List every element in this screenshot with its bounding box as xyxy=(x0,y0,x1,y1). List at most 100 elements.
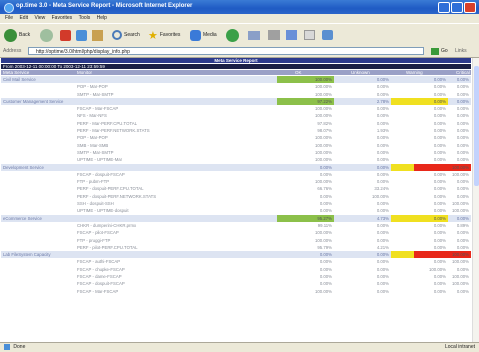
monitor-name: PERF - Mar-PERF.NETWORK.STATS xyxy=(77,128,150,134)
monitor-name: PERF - Mar-PERF.CPU.TOTAL xyxy=(77,120,138,126)
edit-button[interactable] xyxy=(286,28,297,42)
unknown-cell: 0.00% xyxy=(376,84,389,90)
unknown-cell: 0.00% xyxy=(376,91,389,97)
page-icon xyxy=(4,343,10,350)
menu-help[interactable]: Help xyxy=(97,14,107,23)
unknown-cell: 0.00% xyxy=(376,274,389,280)
history-button[interactable] xyxy=(226,28,239,42)
meta-service-name: eCommerce Service xyxy=(3,215,42,221)
unknown-cell: 0.00% xyxy=(376,142,389,148)
mail-button[interactable] xyxy=(248,28,260,42)
group-row: Civil Mail Service 100.00% 0.00% 0.00% 0.00% xyxy=(1,76,471,84)
table-row: FSCAP - dospuit-FSCAP 0.00% 0.00% 0.00% 100.… xyxy=(1,280,471,287)
monitor-name: PERF - dospuit-PERF.NETWORK.STATS xyxy=(77,193,157,199)
table-row: SMTP - Mar-SMTP 100.00% 0.00% 0.00% 0.00% xyxy=(1,149,471,156)
ie-logo-icon xyxy=(4,3,14,13)
critical-cell: 0.00% xyxy=(456,179,469,185)
monitor-name: FSCAP - pilot-FSCAP xyxy=(77,230,119,236)
ok-cell: 100.00% xyxy=(315,142,332,148)
home-button[interactable] xyxy=(92,28,103,42)
unknown-cell: 0.00% xyxy=(376,266,389,272)
media-button[interactable]: Media xyxy=(190,28,217,42)
toolbar: Back Search ★ Favorites Media xyxy=(0,23,479,47)
ok-cell: 66.76% xyxy=(317,186,332,192)
ok-cell: 100.00% xyxy=(315,84,332,90)
scrollbar-thumb[interactable] xyxy=(474,66,479,186)
address-input[interactable]: http://optime/3.0/html/php/display_info.… xyxy=(28,47,424,55)
group-row: Lab FileSystem Capacity0.00%0.00%0.00%10… xyxy=(1,251,471,259)
table-header: Meta Service Monitor OK Unknown Warning … xyxy=(1,70,471,75)
critical-cell: 0.00% xyxy=(456,120,469,126)
go-arrow-icon[interactable] xyxy=(431,48,439,55)
report-table: Civil Mail Service 100.00% 0.00% 0.00% 0.00%… xyxy=(1,76,471,295)
history-icon xyxy=(226,28,239,42)
ok-cell: 0.00% xyxy=(319,201,332,207)
report-title: Meta Service Report xyxy=(1,58,471,63)
unknown-cell: 0.00% xyxy=(376,164,389,170)
ok-cell: 100.00% xyxy=(315,149,332,155)
ok-cell: 97.82% xyxy=(317,120,332,126)
search-button[interactable]: Search xyxy=(112,28,140,42)
page-content: Meta Service Report From 2003-12-11 00:0… xyxy=(0,58,472,342)
close-button[interactable] xyxy=(464,2,476,13)
ok-cell: 0.00% xyxy=(319,266,332,272)
go-button[interactable]: Go xyxy=(441,48,448,54)
monitor-name: FSCAP - Mar-FSCAP xyxy=(77,106,119,112)
col-ok: OK xyxy=(295,70,302,75)
unknown-cell: 0.00% xyxy=(376,179,389,185)
menu-bar: File Edit View Favorites Tools Help xyxy=(0,14,479,23)
ok-cell: 100.00% xyxy=(315,237,332,243)
table-row: FTP - pruggi-FTP 100.00% 0.00% 0.00% 0.00% xyxy=(1,237,471,244)
meta-service-name: Civil Mail Service xyxy=(3,77,36,82)
table-row: POP - Mar-POP 100.00% 0.00% 0.00% 0.00% xyxy=(1,83,471,90)
links-label[interactable]: Links xyxy=(455,48,467,54)
unknown-cell: 0.00% xyxy=(376,230,389,236)
monitor-name: SMB - Mar-SMB xyxy=(77,142,109,148)
table-row: FSCAP - dame-FSCAP 0.00% 0.00% 0.00% 100.00% xyxy=(1,273,471,280)
refresh-icon xyxy=(76,29,87,41)
unknown-cell: 0.00% xyxy=(376,252,389,258)
unknown-cell: 0.00% xyxy=(376,237,389,243)
print-button[interactable] xyxy=(268,28,280,42)
table-row: FSCAP - Mar-FSCAP 100.00% 0.00% 0.00% 0.00% xyxy=(1,288,471,295)
monitor-name: FSCAP - dame-FSCAP xyxy=(77,274,122,280)
discuss-button[interactable] xyxy=(304,28,315,42)
address-bar: Address http://optime/3.0/html/php/displ… xyxy=(0,46,479,58)
critical-cell: 0.00% xyxy=(456,215,469,221)
menu-edit[interactable]: Edit xyxy=(19,14,28,23)
col-meta-service: Meta Service xyxy=(3,70,30,75)
table-row: FSCAP - pilot-FSCAP 100.00% 0.00% 0.00% 0.00… xyxy=(1,229,471,236)
monitor-name: FSCAP - authi-FSCAP xyxy=(77,259,121,265)
table-row: SSH - dospuit-SSH 0.00% 0.00% 0.00% 100.00% xyxy=(1,200,471,207)
maximize-button[interactable] xyxy=(451,2,463,13)
messenger-button[interactable] xyxy=(322,28,333,42)
unknown-cell: 0.00% xyxy=(376,201,389,207)
table-row: FTP - pubm-FTP 100.00% 0.00% 0.00% 0.00% xyxy=(1,178,471,185)
critical-cell: 0.00% xyxy=(456,230,469,236)
critical-cell: 0.00% xyxy=(456,84,469,90)
unknown-cell: 100.00% xyxy=(372,193,389,199)
unknown-cell: 2.78% xyxy=(376,98,389,104)
critical-cell: 100.00% xyxy=(414,163,471,171)
monitor-name: PERF - pilot-PERF.CPU.TOTAL xyxy=(77,244,138,250)
refresh-button[interactable] xyxy=(76,28,87,42)
ok-cell: 100.00% xyxy=(315,106,332,112)
favorites-button[interactable]: ★ Favorites xyxy=(148,28,180,42)
menu-tools[interactable]: Tools xyxy=(79,14,91,23)
ok-cell: 100.00% xyxy=(315,157,332,163)
menu-file[interactable]: File xyxy=(5,14,13,23)
critical-cell: 0.00% xyxy=(456,244,469,250)
critical-cell: 0.00% xyxy=(456,157,469,163)
stop-button[interactable] xyxy=(60,28,71,42)
minimize-button[interactable] xyxy=(438,2,450,13)
menu-view[interactable]: View xyxy=(34,14,45,23)
menu-favorites[interactable]: Favorites xyxy=(52,14,73,23)
forward-button[interactable] xyxy=(40,28,53,42)
col-warning: Warning xyxy=(406,70,423,75)
ok-cell: 100.00% xyxy=(315,91,332,97)
back-button[interactable]: Back xyxy=(4,28,30,42)
critical-cell: 0.00% xyxy=(456,266,469,272)
vertical-scrollbar[interactable] xyxy=(472,58,479,342)
edit-icon xyxy=(286,30,297,40)
ok-cell: 95.79% xyxy=(317,244,332,250)
